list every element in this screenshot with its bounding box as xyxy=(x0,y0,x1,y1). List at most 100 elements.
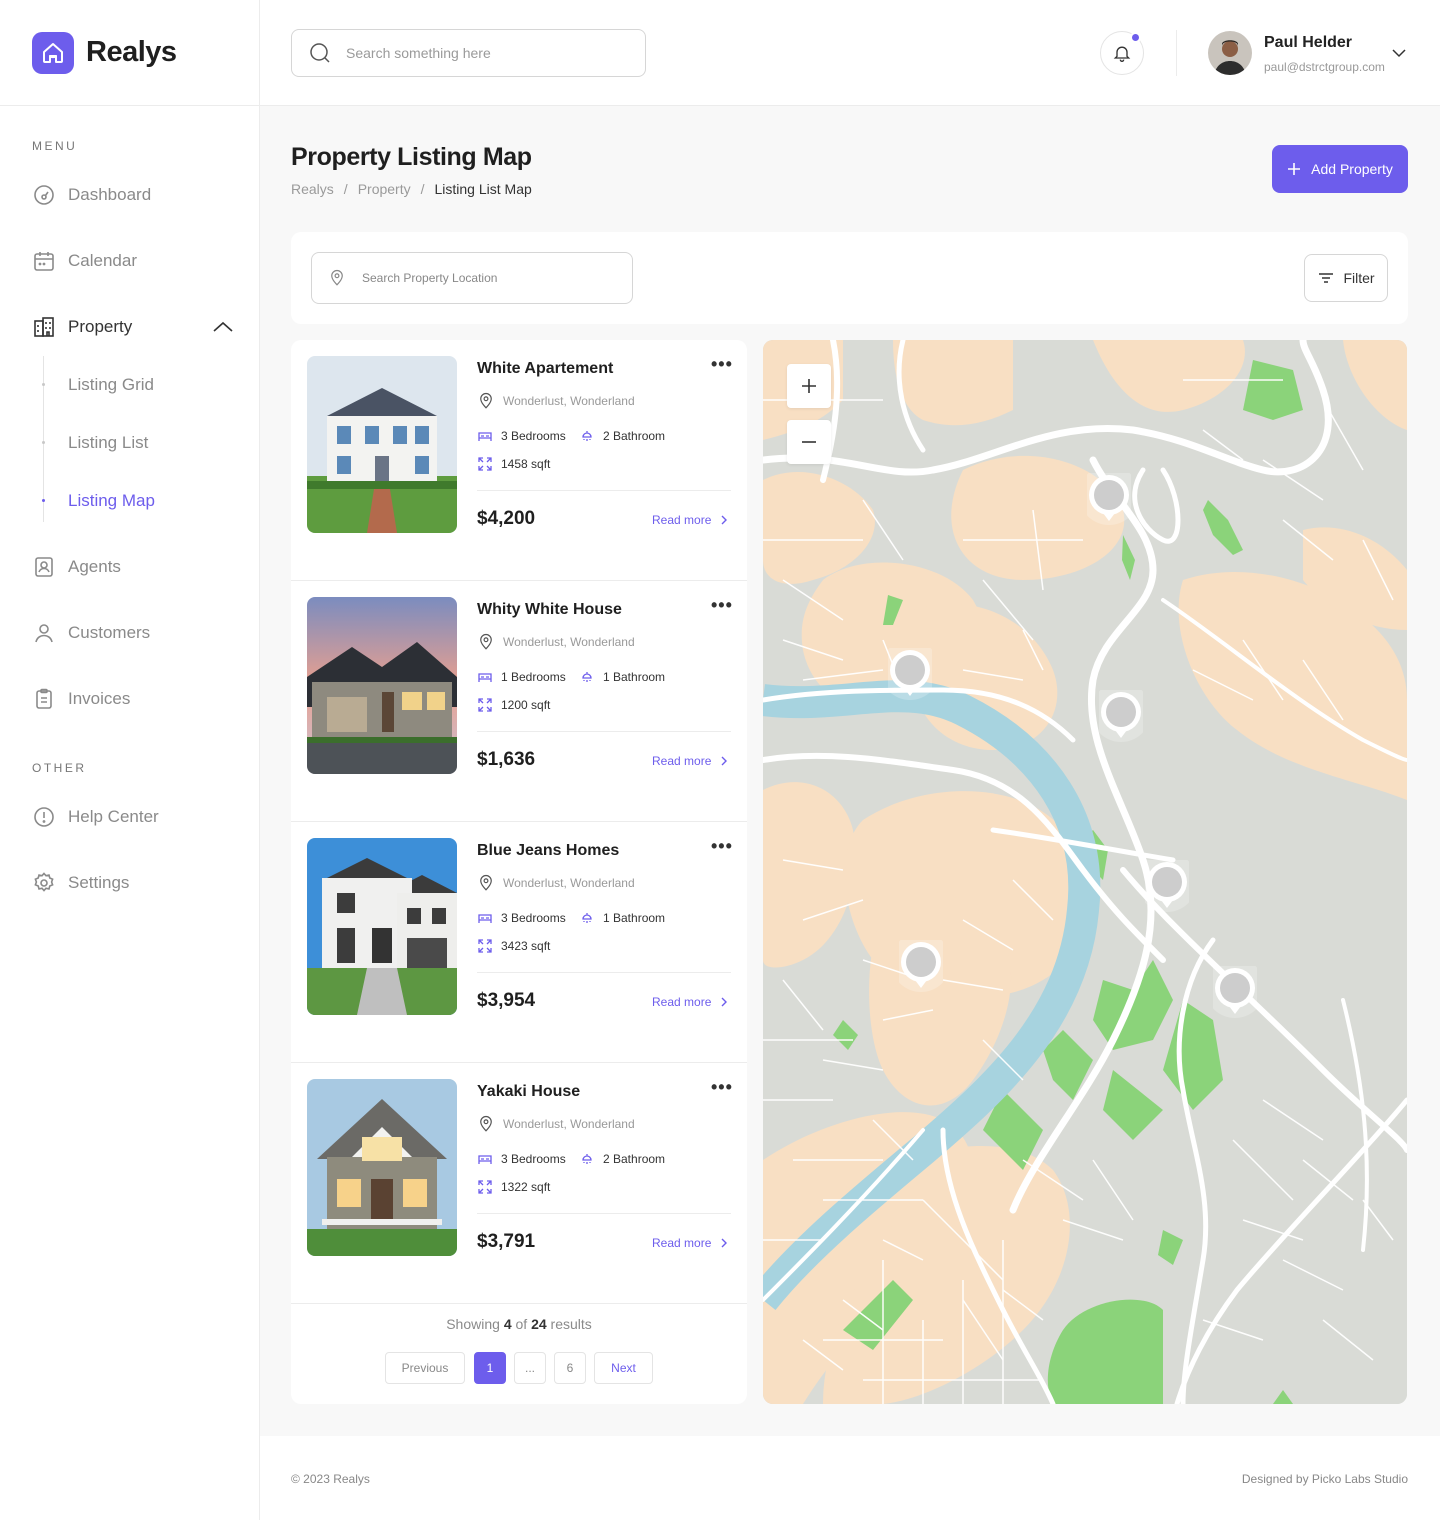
map-marker-icon xyxy=(880,640,940,700)
property-photo[interactable] xyxy=(307,597,457,774)
showing-suffix: results xyxy=(550,1316,592,1332)
listing-price: $3,791 xyxy=(477,1231,536,1252)
zoom-out-button[interactable] xyxy=(787,420,831,464)
filter-icon xyxy=(1319,273,1334,283)
more-options-icon[interactable]: ••• xyxy=(711,836,733,857)
sidebar-item-calendar[interactable]: Calendar xyxy=(32,249,137,273)
search-input[interactable] xyxy=(346,45,606,61)
map-pin[interactable] xyxy=(891,932,951,992)
avatar[interactable] xyxy=(1208,31,1252,75)
plus-icon xyxy=(1288,163,1301,175)
sidebar-item-agents[interactable]: Agents xyxy=(32,555,121,579)
area-text: 1200 sqft xyxy=(501,698,551,712)
dashboard-icon xyxy=(34,185,54,205)
agent-badge-icon xyxy=(35,557,53,577)
read-more-link[interactable]: Read more xyxy=(652,513,729,527)
notification-button[interactable] xyxy=(1100,31,1144,75)
sidebar-item-label: Help Center xyxy=(68,807,159,826)
map-pin[interactable] xyxy=(1137,852,1197,912)
read-more-link[interactable]: Read more xyxy=(652,1236,729,1250)
read-more-link[interactable]: Read more xyxy=(652,995,729,1009)
home-logo-icon xyxy=(32,31,74,74)
location-pin-icon xyxy=(331,269,343,286)
chevron-down-icon[interactable] xyxy=(1390,44,1408,62)
sidebar-item-help-center[interactable]: Help Center xyxy=(32,805,159,829)
shower-icon xyxy=(582,672,592,682)
bathrooms-text: 1 Bathroom xyxy=(603,670,666,684)
listing-location: Wonderlust, Wonderland xyxy=(477,874,635,892)
listing-card[interactable]: Blue Jeans Homes ••• Wonderlust, Wonderlan… xyxy=(291,822,747,1063)
breadcrumb-item-realys[interactable]: Realys xyxy=(291,181,334,197)
map-pin[interactable] xyxy=(1091,682,1151,742)
location-search[interactable] xyxy=(311,252,633,304)
property-photo[interactable] xyxy=(307,1079,457,1256)
read-more-label: Read more xyxy=(652,513,712,527)
previous-page-button[interactable]: Previous xyxy=(385,1352,465,1384)
sidebar-item-invoices[interactable]: Invoices xyxy=(32,687,130,711)
read-more-link[interactable]: Read more xyxy=(652,754,729,768)
card-divider xyxy=(477,731,731,732)
read-more-label: Read more xyxy=(652,995,712,1009)
sidebar-item-customers[interactable]: Customers xyxy=(32,621,150,645)
location-search-input[interactable] xyxy=(362,271,602,285)
sidebar-item-property[interactable]: Property xyxy=(32,315,132,339)
zoom-in-button[interactable] xyxy=(787,364,831,408)
more-options-icon[interactable]: ••• xyxy=(711,1077,733,1098)
more-options-icon[interactable]: ••• xyxy=(711,354,733,375)
app-name: Realys xyxy=(86,36,177,68)
submenu-dot xyxy=(42,383,45,386)
map-marker-icon xyxy=(1079,465,1139,525)
sidebar-item-listing-list[interactable]: Listing List xyxy=(68,433,148,453)
breadcrumb-separator: / xyxy=(420,181,425,197)
sidebar-item-dashboard[interactable]: Dashboard xyxy=(32,183,151,207)
chevron-right-icon xyxy=(721,515,728,525)
location-pin-icon xyxy=(480,1115,492,1132)
listing-title[interactable]: Whity White House xyxy=(477,601,622,619)
listing-title[interactable]: Blue Jeans Homes xyxy=(477,842,619,860)
shown-count: 4 xyxy=(503,1316,512,1332)
shower-icon xyxy=(582,913,592,923)
page-title: Property Listing Map xyxy=(291,143,532,171)
minus-icon xyxy=(802,441,816,443)
designer-credit: Designed by Picko Labs Studio xyxy=(1241,1472,1408,1486)
sidebar-item-settings[interactable]: Settings xyxy=(32,871,129,895)
listing-location: Wonderlust, Wonderland xyxy=(477,392,635,410)
filter-button[interactable]: Filter xyxy=(1304,254,1388,302)
map-pin[interactable] xyxy=(1079,465,1139,525)
showing-of: of xyxy=(515,1316,528,1332)
map-pin[interactable] xyxy=(880,640,940,700)
page-ellipsis: ... xyxy=(514,1352,546,1384)
breadcrumb: Realys / Property / Listing List Map xyxy=(291,181,532,197)
property-photo[interactable] xyxy=(307,356,457,533)
global-search[interactable] xyxy=(291,29,646,77)
bell-icon xyxy=(1113,46,1131,62)
listing-card[interactable]: Yakaki House ••• Wonderlust, Wonderland 3 B… xyxy=(291,1063,747,1304)
property-photo[interactable] xyxy=(307,838,457,1015)
add-property-button[interactable]: Add Property xyxy=(1272,145,1408,193)
logo[interactable]: Realys xyxy=(0,0,259,106)
more-options-icon[interactable]: ••• xyxy=(711,595,733,616)
area-expand-icon xyxy=(478,457,492,471)
menu-section-label: MENU xyxy=(32,139,78,153)
property-map[interactable] xyxy=(763,340,1407,1404)
listing-title[interactable]: Yakaki House xyxy=(477,1083,580,1101)
sidebar-item-listing-grid[interactable]: Listing Grid xyxy=(68,375,154,395)
listing-card[interactable]: Whity White House ••• Wonderlust, Wonderla… xyxy=(291,581,747,822)
listing-card[interactable]: White Apartement ••• Wonderlust, Wonderlan… xyxy=(291,340,747,581)
map-pin[interactable] xyxy=(1205,958,1265,1018)
read-more-label: Read more xyxy=(652,1236,712,1250)
map-canvas[interactable] xyxy=(763,340,1407,1404)
page-button-1[interactable]: 1 xyxy=(474,1352,506,1384)
listing-price: $1,636 xyxy=(477,749,536,770)
bed-icon xyxy=(478,673,492,682)
chevron-up-icon[interactable] xyxy=(212,318,234,336)
top-bar: Paul Helder paul@dstrctgroup.com xyxy=(260,0,1440,106)
listing-location-text: Wonderlust, Wonderland xyxy=(503,635,635,649)
page-button-6[interactable]: 6 xyxy=(554,1352,586,1384)
breadcrumb-item-property[interactable]: Property xyxy=(358,181,411,197)
area-text: 1322 sqft xyxy=(501,1180,551,1194)
sidebar-item-listing-map[interactable]: Listing Map xyxy=(68,491,155,511)
next-page-button[interactable]: Next xyxy=(594,1352,653,1384)
listing-title[interactable]: White Apartement xyxy=(477,360,613,378)
location-pin-icon xyxy=(480,874,492,891)
